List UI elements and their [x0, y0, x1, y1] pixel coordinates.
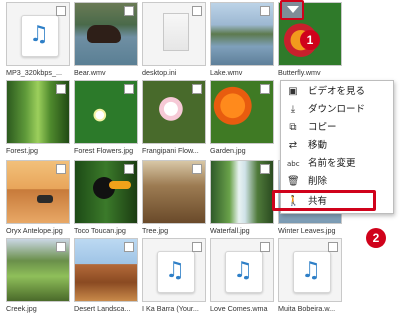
select-checkbox[interactable] — [260, 164, 270, 174]
file-name: Forest Flowers.jpg — [74, 146, 134, 155]
select-checkbox[interactable] — [192, 164, 202, 174]
file-name: Bear.wmv — [74, 68, 106, 77]
file-menu-dropdown-button[interactable] — [280, 0, 304, 20]
select-checkbox[interactable] — [192, 6, 202, 16]
file-name: Muita Bobeira.w... — [278, 304, 336, 313]
file-name: Butterfly.wmv — [278, 68, 321, 77]
step-badge-2: 2 — [366, 228, 386, 248]
music-note-icon: ♫ — [29, 22, 49, 47]
copy-icon: ⧉ — [289, 122, 297, 133]
blank-document-icon — [163, 13, 189, 51]
file-tile[interactable]: Toco Toucan.jpg — [74, 160, 138, 236]
file-tile[interactable]: Frangipani Flow... — [142, 80, 206, 156]
select-checkbox[interactable] — [328, 242, 338, 252]
file-name: Waterfall.jpg — [210, 226, 250, 235]
file-tile[interactable]: Tree.jpg — [142, 160, 206, 236]
select-checkbox[interactable] — [56, 164, 66, 174]
menu-item-label: コピー — [308, 122, 337, 133]
menu-item-watch-video[interactable]: ▣ ビデオを見る — [281, 83, 393, 101]
file-name: Desert Landsca... — [74, 304, 131, 313]
trash-icon: 🗑 — [287, 176, 300, 187]
select-checkbox[interactable] — [260, 84, 270, 94]
music-note-icon: ♫ — [165, 258, 185, 283]
menu-item-download[interactable]: ⤓ ダウンロード — [281, 101, 393, 119]
file-name: Lake.wmv — [210, 68, 243, 77]
menu-item-delete[interactable]: 🗑 削除 — [281, 173, 393, 191]
menu-item-copy[interactable]: ⧉ コピー — [281, 119, 393, 137]
file-name: Creek.jpg — [6, 304, 37, 313]
dropdown-triangle-icon — [287, 6, 299, 13]
file-tile[interactable]: Forest.jpg — [6, 80, 70, 156]
file-name: Toco Toucan.jpg — [74, 226, 126, 235]
file-name: Tree.jpg — [142, 226, 169, 235]
move-icon: ⇄ — [288, 140, 298, 151]
file-name: Winter Leaves.jpg — [278, 226, 336, 235]
file-name: Garden.jpg — [210, 146, 246, 155]
file-name: Oryx Antelope.jpg — [6, 226, 63, 235]
menu-item-move[interactable]: ⇄ 移動 — [281, 137, 393, 155]
select-checkbox[interactable] — [192, 84, 202, 94]
file-tile[interactable]: Lake.wmv — [210, 2, 274, 78]
select-checkbox[interactable] — [124, 84, 134, 94]
file-tile[interactable]: ♫ I Ka Barra (Your... — [142, 238, 206, 314]
antelope-shape — [37, 195, 53, 203]
menu-item-rename[interactable]: abc 名前を変更 — [281, 155, 393, 173]
select-checkbox[interactable] — [192, 242, 202, 252]
file-tile[interactable]: Garden.jpg — [210, 80, 274, 156]
select-checkbox[interactable] — [260, 6, 270, 16]
file-tile[interactable]: desktop.ini — [142, 2, 206, 78]
play-video-icon: ▣ — [288, 86, 298, 97]
menu-item-label: 名前を変更 — [308, 158, 356, 169]
rename-icon: abc — [287, 160, 300, 168]
file-tile[interactable]: ♫ MP3_320kbps_... — [6, 2, 70, 78]
file-name: Frangipani Flow... — [142, 146, 199, 155]
file-name: Love Comes.wma — [210, 304, 268, 313]
file-tile[interactable]: Creek.jpg — [6, 238, 70, 314]
file-tile[interactable]: Forest Flowers.jpg — [74, 80, 138, 156]
file-tile[interactable]: Desert Landsca... — [74, 238, 138, 314]
select-checkbox[interactable] — [56, 242, 66, 252]
toucan-beak-shape — [109, 181, 131, 189]
menu-item-label: 移動 — [308, 140, 328, 151]
music-note-icon: ♫ — [233, 258, 253, 283]
menu-item-label: ダウンロード — [308, 104, 366, 115]
file-tile[interactable]: Waterfall.jpg — [210, 160, 274, 236]
file-name: MP3_320kbps_... — [6, 68, 62, 77]
menu-item-label: 削除 — [308, 176, 328, 187]
music-note-icon: ♫ — [301, 258, 321, 283]
select-checkbox[interactable] — [124, 242, 134, 252]
select-checkbox[interactable] — [124, 6, 134, 16]
menu-item-label: ビデオを見る — [308, 86, 366, 97]
file-name: Forest.jpg — [6, 146, 38, 155]
select-checkbox[interactable] — [56, 6, 66, 16]
file-tile[interactable]: ♫ Muita Bobeira.w... — [278, 238, 342, 314]
file-tile[interactable]: Oryx Antelope.jpg — [6, 160, 70, 236]
file-name: desktop.ini — [142, 68, 177, 77]
download-icon: ⤓ — [290, 104, 296, 115]
file-tile[interactable]: ♫ Love Comes.wma — [210, 238, 274, 314]
bear-shape — [87, 25, 121, 43]
file-grid: ♫ MP3_320kbps_... Bear.wmv desktop.ini L… — [0, 0, 400, 322]
select-checkbox[interactable] — [260, 242, 270, 252]
select-checkbox[interactable] — [56, 84, 66, 94]
share-highlight-frame — [272, 190, 376, 211]
file-tile[interactable]: Bear.wmv — [74, 2, 138, 78]
file-name: I Ka Barra (Your... — [142, 304, 199, 313]
select-checkbox[interactable] — [124, 164, 134, 174]
step-badge-1: 1 — [300, 30, 320, 50]
